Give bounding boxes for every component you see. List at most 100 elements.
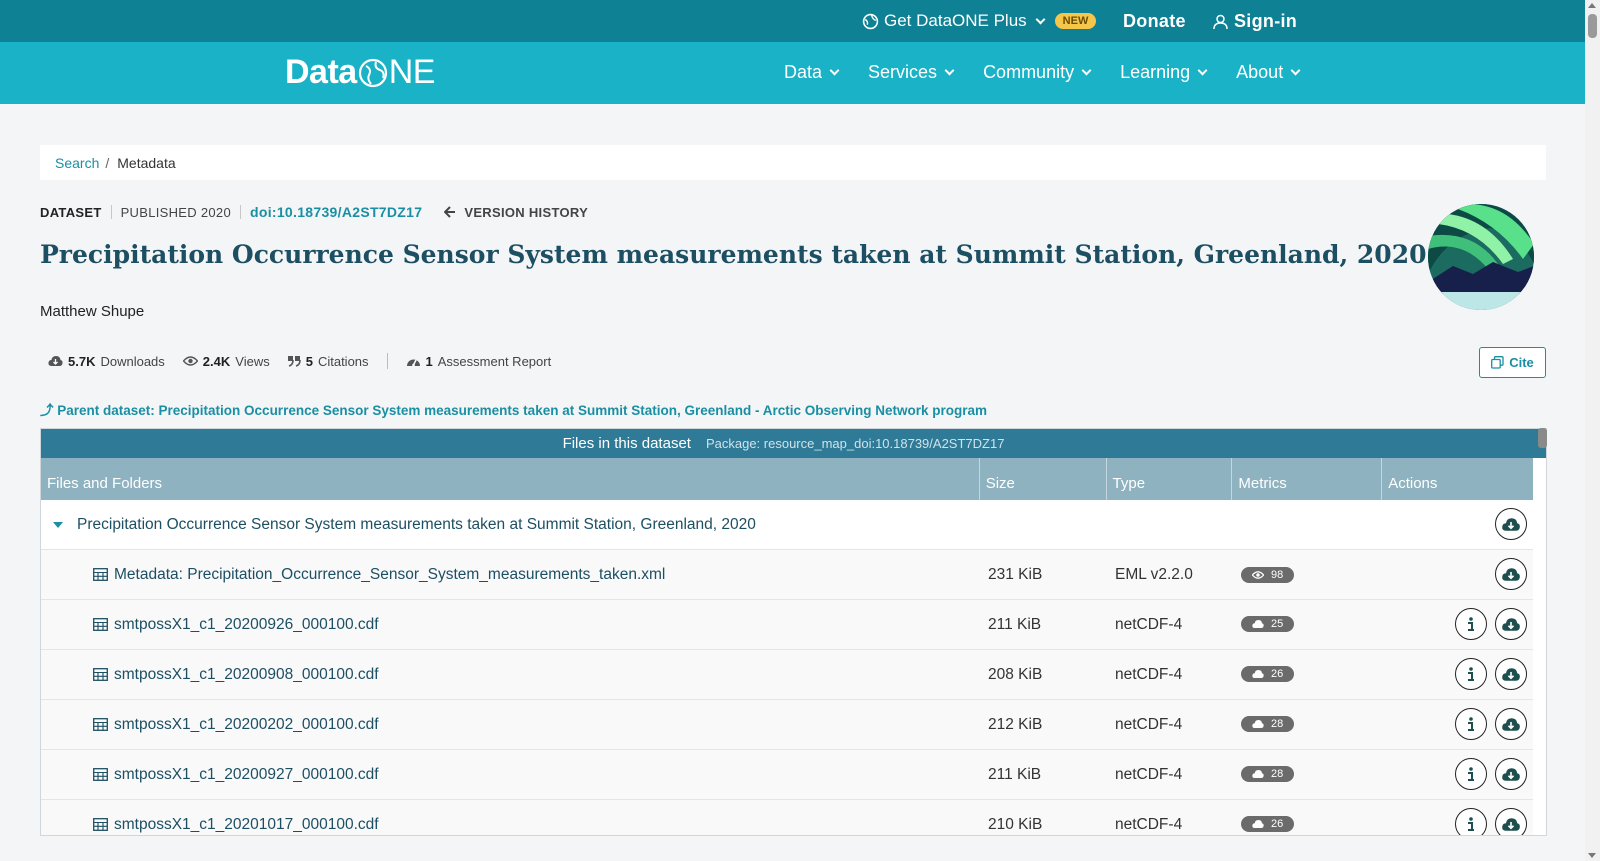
file-name[interactable]: smtpossX1_c1_20200202_000100.cdf: [114, 716, 379, 734]
published-label: PUBLISHED 2020: [120, 204, 231, 220]
nav-community[interactable]: Community: [983, 62, 1092, 83]
cloud-download-icon: [1252, 819, 1264, 828]
nav-services[interactable]: Services: [868, 62, 955, 83]
downloads-stat[interactable]: 5.7K Downloads: [48, 354, 165, 369]
main-navbar: Data NE Data Services Community Learning…: [0, 42, 1585, 104]
table-icon: [93, 668, 108, 681]
top-utility-bar: Get DataONE Plus NEW Donate Sign-in: [0, 0, 1585, 42]
file-name[interactable]: smtpossX1_c1_20200927_000100.cdf: [114, 766, 379, 784]
col-header-metrics[interactable]: Metrics: [1232, 458, 1383, 500]
page-scrollbar-thumb[interactable]: [1588, 14, 1597, 38]
file-type: netCDF-4: [1115, 665, 1183, 683]
download-button[interactable]: [1495, 758, 1527, 790]
download-button[interactable]: [1495, 608, 1527, 640]
cloud-download-icon: [1502, 667, 1520, 681]
info-icon: [1468, 766, 1474, 781]
package-row-name[interactable]: Precipitation Occurrence Sensor System m…: [77, 516, 756, 534]
divider: [386, 353, 388, 369]
cite-button[interactable]: Cite: [1479, 347, 1546, 378]
views-count: 2.4K: [202, 353, 231, 369]
info-button[interactable]: [1455, 758, 1487, 790]
info-button[interactable]: [1455, 808, 1487, 835]
signin-link[interactable]: Sign-in: [1213, 11, 1297, 32]
table-icon: [93, 618, 108, 631]
cloud-download-icon: [1502, 717, 1520, 731]
doi-link[interactable]: doi:10.18739/A2ST7DZ17: [250, 204, 422, 220]
dataset-author[interactable]: Matthew Shupe: [40, 303, 144, 320]
table-row: Metadata: Precipitation_Occurrence_Senso…: [41, 550, 1533, 600]
file-size: 211 KiB: [988, 765, 1042, 783]
nav-learning-label: Learning: [1120, 62, 1191, 82]
parent-dataset-link[interactable]: ⤴ Parent dataset: Precipitation Occurren…: [40, 399, 987, 419]
col-header-type[interactable]: Type: [1107, 458, 1233, 500]
col-header-files[interactable]: Files and Folders: [41, 458, 980, 500]
file-type: netCDF-4: [1115, 615, 1183, 633]
downloads-count: 5.7K: [68, 353, 96, 369]
project-emblem-image: [1428, 204, 1534, 310]
table-icon: [93, 818, 108, 831]
file-name[interactable]: smtpossX1_c1_20200908_000100.cdf: [114, 666, 379, 684]
scroll-up-arrow-icon[interactable]: [1588, 3, 1596, 8]
col-header-actions: Actions: [1388, 475, 1438, 492]
file-name[interactable]: Metadata: Precipitation_Occurrence_Senso…: [114, 566, 665, 584]
copy-icon: [1491, 356, 1504, 369]
metric-badge: 28: [1241, 715, 1295, 732]
nav-learning[interactable]: Learning: [1120, 62, 1208, 83]
views-stat[interactable]: 2.4K Views: [182, 353, 270, 369]
cloud-download-icon: [1252, 769, 1264, 778]
citations-stat[interactable]: 5 Citations: [287, 353, 369, 369]
version-history-link[interactable]: VERSION HISTORY: [444, 205, 588, 220]
file-type: netCDF-4: [1115, 715, 1183, 733]
files-table: Files in this dataset Package: resource_…: [40, 428, 1547, 836]
metric-count: 25: [1271, 617, 1284, 630]
file-type: netCDF-4: [1115, 765, 1183, 783]
files-table-body: Precipitation Occurrence Sensor System m…: [41, 500, 1533, 835]
nav-about-label: About: [1236, 62, 1284, 82]
citations-label: Citations: [317, 353, 369, 369]
cloud-download-icon: [1502, 517, 1520, 531]
file-size: 212 KiB: [988, 715, 1043, 733]
info-button[interactable]: [1455, 658, 1487, 690]
download-package-button[interactable]: [1495, 508, 1527, 540]
cloud-download-icon: [1502, 817, 1520, 831]
breadcrumb-search-link[interactable]: Search: [55, 155, 99, 171]
nav-data[interactable]: Data: [784, 62, 840, 83]
files-table-header: Files and Folders Size Type Metrics Acti…: [41, 458, 1533, 500]
cloud-download-icon: [1252, 719, 1264, 728]
col-header-size[interactable]: Size: [980, 458, 1107, 500]
nav-about[interactable]: About: [1236, 62, 1301, 83]
table-row: smtpossX1_c1_20201017_000100.cdf 210 KiB…: [41, 800, 1533, 835]
table-row: smtpossX1_c1_20200908_000100.cdf 208 KiB…: [41, 650, 1533, 700]
chevron-down-icon: [1035, 14, 1046, 24]
table-row: smtpossX1_c1_20200926_000100.cdf 211 KiB…: [41, 600, 1533, 650]
files-table-scrollbar[interactable]: [1538, 428, 1547, 448]
chevron-down-icon: [944, 65, 955, 76]
cloud-download-icon: [1502, 617, 1520, 631]
nav-data-label: Data: [784, 62, 823, 82]
assessment-report-stat[interactable]: 1 Assessment Report: [406, 353, 552, 369]
info-button[interactable]: [1455, 708, 1487, 740]
info-icon: [1468, 816, 1474, 831]
cloud-download-icon: [1502, 567, 1520, 581]
download-button[interactable]: [1495, 558, 1527, 590]
get-dataone-plus-menu[interactable]: Get DataONE Plus NEW: [862, 11, 1097, 31]
page-scrollbar[interactable]: [1585, 0, 1600, 861]
metric-badge: 26: [1241, 665, 1295, 682]
assessment-label: Assessment Report: [437, 353, 552, 369]
caret-down-icon[interactable]: [53, 521, 63, 528]
logo-text-ne: NE: [388, 53, 436, 91]
dataone-logo[interactable]: Data NE: [285, 53, 435, 92]
scroll-down-arrow-icon[interactable]: [1588, 853, 1596, 858]
downloads-label: Downloads: [100, 353, 165, 369]
version-history-label: VERSION HISTORY: [464, 204, 589, 220]
download-button[interactable]: [1495, 708, 1527, 740]
info-button[interactable]: [1455, 608, 1487, 640]
donate-link[interactable]: Donate: [1123, 11, 1186, 32]
download-button[interactable]: [1495, 808, 1527, 835]
file-name[interactable]: smtpossX1_c1_20200926_000100.cdf: [114, 616, 379, 634]
metric-count: 28: [1271, 717, 1284, 730]
metric-count: 28: [1271, 767, 1284, 780]
download-button[interactable]: [1495, 658, 1527, 690]
file-name[interactable]: smtpossX1_c1_20201017_000100.cdf: [114, 816, 379, 834]
globe-logo-icon: [358, 58, 387, 87]
